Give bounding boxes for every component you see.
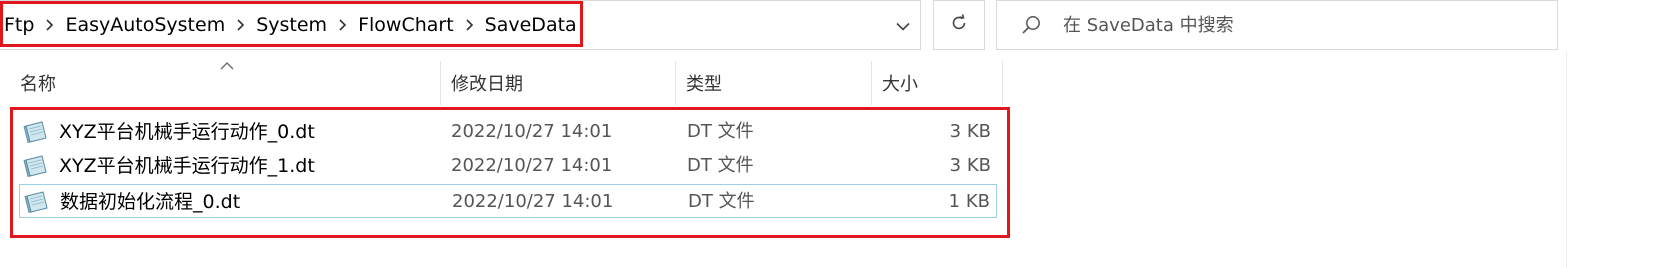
file-row[interactable]: XYZ平台机械手运行动作_0.dt 2022/10/27 14:01 DT 文件… <box>19 115 997 149</box>
dt-file-icon <box>24 190 49 214</box>
search-icon <box>1019 13 1043 37</box>
file-name: XYZ平台机械手运行动作_0.dt <box>59 121 315 143</box>
column-header: 名称 修改日期 类型 大小 <box>0 61 1003 105</box>
breadcrumb: Ftp EasyAutoSystem System FlowChart Save… <box>2 4 583 46</box>
file-size: 3 KB <box>949 155 991 176</box>
column-header-date[interactable]: 修改日期 <box>441 61 675 105</box>
column-header-name[interactable]: 名称 <box>10 61 440 105</box>
file-date: 2022/10/27 14:01 <box>452 191 614 212</box>
search-box[interactable] <box>996 0 1558 50</box>
file-name: XYZ平台机械手运行动作_1.dt <box>59 155 315 177</box>
file-date: 2022/10/27 14:01 <box>451 121 613 142</box>
breadcrumb-item-flowchart[interactable]: FlowChart <box>358 14 454 36</box>
file-row[interactable]: XYZ平台机械手运行动作_1.dt 2022/10/27 14:01 DT 文件… <box>19 149 997 183</box>
column-header-size-label: 大小 <box>882 74 918 95</box>
search-input[interactable] <box>1061 13 1535 37</box>
file-date: 2022/10/27 14:01 <box>451 155 613 176</box>
dt-file-icon <box>23 120 48 144</box>
column-header-type[interactable]: 类型 <box>676 61 871 105</box>
column-divider[interactable] <box>1002 61 1003 105</box>
file-size: 3 KB <box>949 121 991 142</box>
refresh-icon <box>949 13 969 37</box>
chevron-right-icon[interactable] <box>236 19 245 31</box>
file-type: DT 文件 <box>687 155 754 176</box>
breadcrumb-item-savedata[interactable]: SaveData <box>485 14 577 36</box>
chevron-right-icon[interactable] <box>45 19 54 31</box>
file-size: 1 KB <box>948 191 990 212</box>
breadcrumb-item-easyautosystem[interactable]: EasyAutoSystem <box>65 14 225 36</box>
column-header-name-label: 名称 <box>20 74 56 95</box>
column-header-size[interactable]: 大小 <box>872 61 1002 105</box>
column-header-type-label: 类型 <box>686 74 722 95</box>
chevron-right-icon[interactable] <box>465 19 474 31</box>
refresh-button[interactable] <box>933 0 985 50</box>
dt-file-icon <box>23 154 48 178</box>
pane-edge <box>1566 50 1567 268</box>
file-type: DT 文件 <box>687 121 754 142</box>
file-type: DT 文件 <box>688 191 755 212</box>
address-bar[interactable]: Ftp EasyAutoSystem System FlowChart Save… <box>0 0 921 50</box>
file-name: 数据初始化流程_0.dt <box>60 191 241 213</box>
breadcrumb-item-system[interactable]: System <box>256 14 327 36</box>
chevron-right-icon[interactable] <box>338 19 347 31</box>
column-header-date-label: 修改日期 <box>451 74 523 95</box>
breadcrumb-item-ftp[interactable]: Ftp <box>4 14 34 36</box>
file-row[interactable]: 数据初始化流程_0.dt 2022/10/27 14:01 DT 文件 1 KB <box>19 184 997 218</box>
chevron-down-icon[interactable] <box>890 13 916 39</box>
